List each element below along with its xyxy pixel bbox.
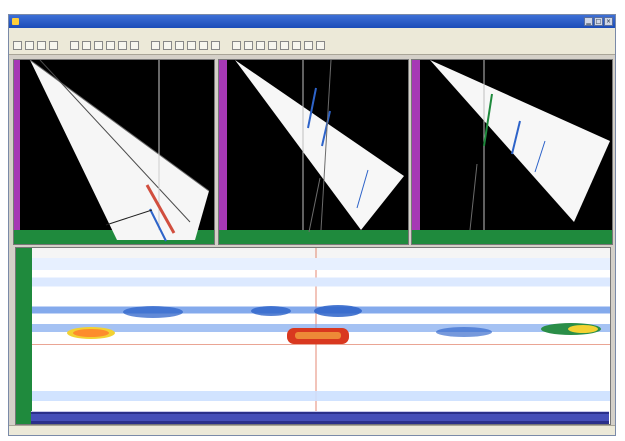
toolbar-button-18[interactable] [244,41,253,50]
toolbar-button-19[interactable] [256,41,265,50]
title-bar: ▁ □ × [9,15,615,28]
close-button[interactable]: × [604,17,613,26]
bottom-index-ruler [412,230,612,244]
wide-scan-plot [16,248,610,424]
toolbar-button-21[interactable] [280,41,289,50]
toolbar-button-3[interactable] [37,41,46,50]
toolbar-button-13[interactable] [175,41,184,50]
app-icon [12,18,19,25]
signal-spot [251,306,291,316]
toolbar-button-9[interactable] [118,41,127,50]
toolbar-button-8[interactable] [106,41,115,50]
left-depth-ruler [219,60,227,230]
toolbar-button-12[interactable] [163,41,172,50]
maximize-button[interactable]: □ [594,17,603,26]
maximize-icon: □ [595,18,602,25]
sector-guide-line [469,163,478,231]
signal-spot [295,332,341,339]
scan-scrollbar[interactable] [31,411,609,424]
toolbar-button-15[interactable] [199,41,208,50]
signal-spot [436,327,492,337]
left-depth-ruler [412,60,420,230]
wide-left-ruler [16,248,32,424]
status-bar [9,425,615,435]
horizontal-cursor-line [32,344,610,345]
sector-scan-panel-2[interactable] [218,59,409,245]
toolbar-button-6[interactable] [82,41,91,50]
toolbar-button-4[interactable] [49,41,58,50]
signal-spot [123,306,183,318]
sector-scan-plot-1 [14,60,214,244]
toolbar-button-7[interactable] [94,41,103,50]
toolbar-button-20[interactable] [268,41,277,50]
toolbar-button-16[interactable] [211,41,220,50]
sector-scan-panel-3[interactable] [411,59,613,245]
sector-scan-plot-2 [219,60,408,244]
scan-scroll-thumb[interactable] [31,414,609,421]
beam-sector [430,60,610,222]
minimize-button[interactable]: ▁ [584,17,593,26]
minimize-icon: ▁ [586,18,591,25]
close-icon: × [605,18,612,25]
toolbar-button-23[interactable] [304,41,313,50]
wide-scan-panel[interactable] [15,247,611,425]
sector-guide-line [308,177,321,233]
toolbar-button-22[interactable] [292,41,301,50]
window-controls: ▁ □ × [584,17,613,26]
bottom-index-ruler [219,230,408,244]
sector-scan-plot-3 [412,60,612,244]
signal-spot [568,325,598,333]
toolbar-button-14[interactable] [187,41,196,50]
toolbar-button-11[interactable] [151,41,160,50]
left-depth-ruler [14,60,20,230]
toolbar-button-10[interactable] [130,41,139,50]
signal-spot [314,305,362,317]
toolbar-button-5[interactable] [70,41,79,50]
beam-sector [235,60,404,230]
toolbar-button-17[interactable] [232,41,241,50]
toolbar-button-24[interactable] [316,41,325,50]
toolbar-button-1[interactable] [13,41,22,50]
sector-scan-panel-1[interactable] [13,59,215,245]
toolbar [9,37,615,55]
signal-spot [73,329,109,337]
toolbar-button-2[interactable] [25,41,34,50]
app-window: ▁ □ × [8,14,616,436]
menu-bar [9,28,615,37]
